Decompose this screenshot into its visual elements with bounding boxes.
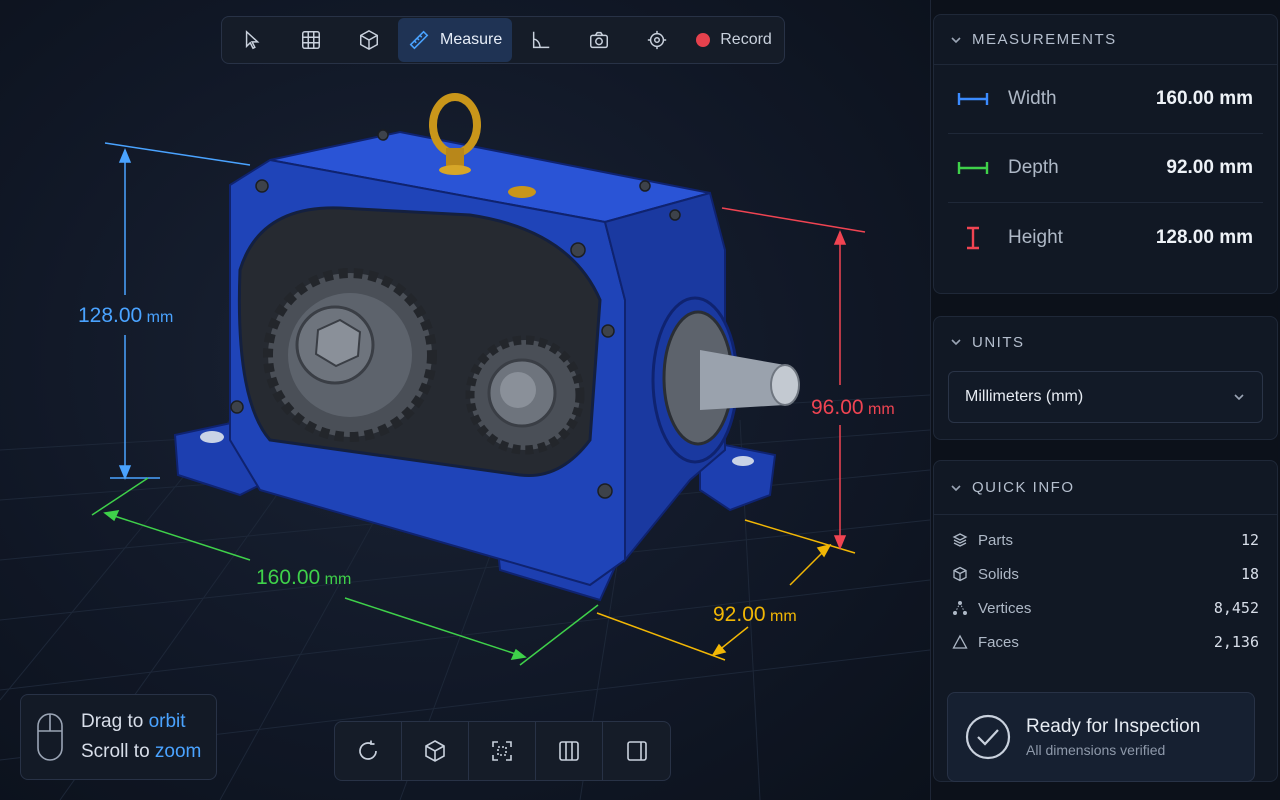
view-toolbar [334,721,671,781]
hint-orbit: Drag to orbit [81,707,201,737]
select-tool-button[interactable] [224,18,282,62]
record-button[interactable]: Record [686,18,782,62]
triangle-icon [952,634,968,649]
check-circle-icon [965,714,1011,760]
chevron-down-icon [951,339,961,346]
fit-view-icon [492,741,512,761]
info-row-parts: Parts 12 [934,523,1277,557]
3d-viewport[interactable]: 128.00 mm 160.00 mm 92.00 mm 96.00 mm Me… [0,0,930,800]
isometric-cube-icon [425,740,445,762]
top-toolbar: Measure Record [221,16,785,64]
small-gear [465,335,585,455]
panel-toggle-icon [626,741,647,761]
measurement-value: 160.00 mm [1155,88,1253,109]
target-icon [648,30,667,50]
hint-zoom-prefix: Scroll to [81,741,155,762]
reset-rotation-icon [359,740,377,760]
measurements-title: MEASUREMENTS [972,31,1117,48]
info-label: Vertices [978,599,1032,617]
measurement-label: Height [1008,226,1063,248]
inspection-status-card: Ready for Inspection All dimensions veri… [947,692,1255,782]
width-dim-label: 160.00 mm [256,566,351,589]
quick-info-title: QUICK INFO [972,479,1075,496]
info-row-faces: Faces 2,136 [934,625,1277,659]
solid-cube-icon [953,566,967,582]
measurement-row-width[interactable]: Width 160.00 mm [948,65,1263,134]
fit-view-button[interactable] [469,722,536,780]
units-selected-value: Millimeters (mm) [965,388,1084,405]
info-value: 18 [1240,565,1259,583]
measurement-row-height[interactable]: Height 128.00 mm [948,203,1263,272]
screenshot-tool-button[interactable] [570,18,628,62]
hint-zoom-accent: zoom [154,741,202,762]
measure-label: Measure [440,31,503,48]
units-title: UNITS [972,333,1025,351]
info-value: 8,452 [1213,599,1259,617]
measurements-section: MEASUREMENTS Width 160.00 mm Depth 92.00… [933,14,1278,294]
grid-tool-button[interactable] [282,18,340,62]
info-label: Faces [978,633,1019,651]
status-title: Ready for Inspection [1026,716,1201,737]
status-subtitle: All dimensions verified [1026,742,1166,758]
axis-angle-icon [533,31,550,49]
height-dimension-icon [967,226,979,249]
vertices-icon [953,601,967,615]
isometric-view-button[interactable] [402,722,469,780]
view-cube-tool-button[interactable] [340,18,398,62]
mouse-icon [37,713,63,761]
camera-icon [590,31,609,49]
units-section: UNITS Millimeters (mm) [933,316,1278,440]
focus-tool-button[interactable] [628,18,686,62]
layers-icon [952,533,968,547]
angle-tool-button[interactable] [512,18,570,62]
hint-zoom: Scroll to zoom [81,737,201,767]
hint-orbit-prefix: Drag to [81,711,149,732]
panel-toggle-button[interactable] [603,722,670,780]
measurement-value: 128.00 mm [1155,226,1253,248]
units-select[interactable]: Millimeters (mm) [948,371,1263,423]
reset-rotation-button[interactable] [335,722,402,780]
measure-tool-button[interactable]: Measure [398,18,513,62]
height-dim-label: 128.00 mm [78,304,173,327]
depth-dimension-icon [957,162,989,174]
shaft-height-dim-label: 96.00 mm [811,396,895,419]
model-scene[interactable]: 128.00 mm 160.00 mm 92.00 mm 96.00 mm [0,0,930,800]
measurement-row-depth[interactable]: Depth 92.00 mm [948,134,1263,203]
info-label: Parts [978,531,1014,549]
record-label: Record [720,31,772,48]
gearbox-model [173,93,800,602]
depth-dim-label: 92.00 mm [713,603,797,626]
hint-orbit-accent: orbit [148,711,186,732]
cube-icon [360,29,378,51]
chevron-down-icon [951,484,961,491]
section-view-button[interactable] [536,722,603,780]
info-value: 2,136 [1213,633,1259,651]
info-row-solids: Solids 18 [934,557,1277,591]
ruler-icon [409,30,429,50]
navigation-hint: Drag to orbit Scroll to zoom [20,694,217,780]
info-row-vertices: Vertices 8,452 [934,591,1277,625]
measurement-label: Depth [1008,157,1059,178]
large-gear [263,268,437,442]
measurement-label: Width [1008,88,1057,109]
quick-info-header[interactable]: QUICK INFO [934,461,1277,515]
info-value: 12 [1240,531,1259,549]
record-dot-icon [696,33,711,47]
chevron-down-icon [951,36,961,43]
cursor-icon [245,30,260,50]
width-dimension-icon [957,93,989,105]
grid-icon [302,31,320,49]
inspector-panel: MEASUREMENTS Width 160.00 mm Depth 92.00… [930,0,1280,800]
measurement-value: 92.00 mm [1166,157,1253,178]
measurements-header[interactable]: MEASUREMENTS [934,15,1277,65]
units-header[interactable]: UNITS [934,317,1277,367]
info-label: Solids [978,565,1019,583]
chevron-down-icon [1234,394,1244,401]
section-view-icon [559,741,579,761]
